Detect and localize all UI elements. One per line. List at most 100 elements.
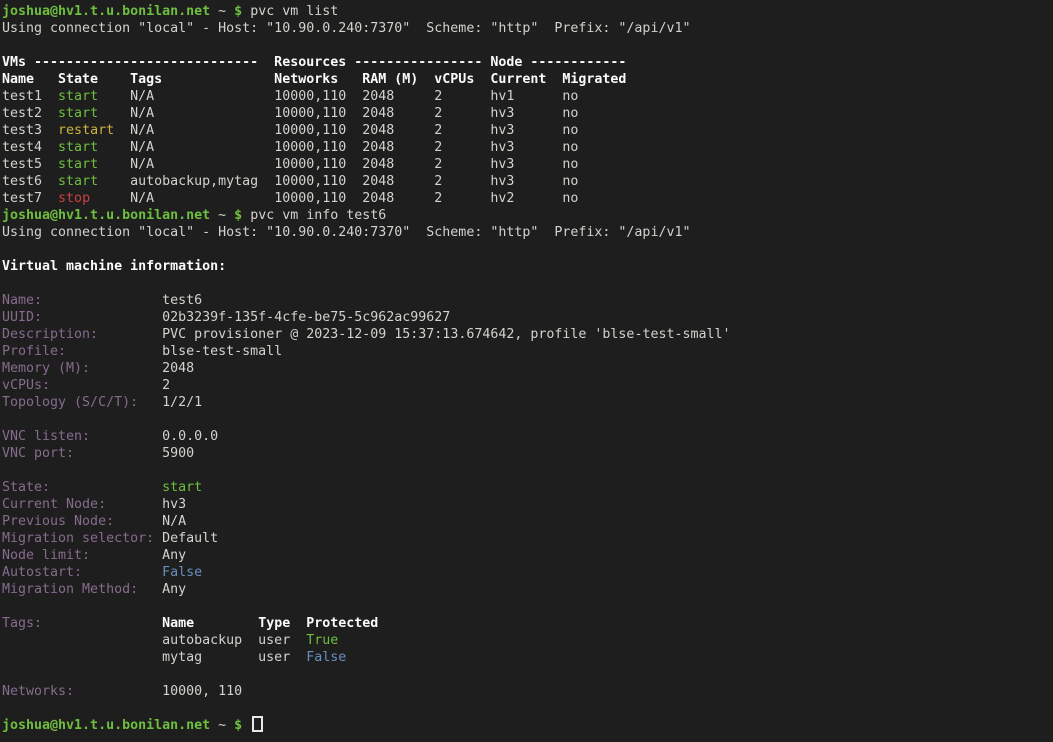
field-label: Node limit: <box>2 548 90 563</box>
blank-line <box>2 666 1053 683</box>
info-row-name: Name: test6 <box>2 292 1053 309</box>
vm-row-test5: test5 start N/A 10000,110 2048 2 hv3 no <box>2 156 1053 173</box>
field-value: N/A <box>114 514 186 529</box>
vm-state: start <box>162 480 202 495</box>
connection-info: Using connection "local" - Host: "10.90.… <box>2 225 690 240</box>
prompt-line-3: joshua@hv1.t.u.bonilan.net ~ $ <box>2 717 1053 734</box>
table-section-header: VMs ---------------------------- Resourc… <box>2 55 626 70</box>
prompt-cwd: ~ <box>210 4 234 19</box>
section-title: Virtual machine information: <box>2 259 226 274</box>
connection-info: Using connection "local" - Host: "10.90.… <box>2 21 690 36</box>
field-value: blse-test-small <box>66 344 282 359</box>
info-row-state: State: start <box>2 479 1053 496</box>
info-row-vcpus: vCPUs: 2 <box>2 377 1053 394</box>
field-label: Name: <box>2 293 42 308</box>
blank-line <box>2 275 1053 292</box>
vm-name: test2 <box>2 106 58 121</box>
vm-row-data: N/A 10000,110 2048 2 hv3 no <box>98 157 578 172</box>
field-value: Any <box>138 582 186 597</box>
vm-state: start <box>58 106 98 121</box>
vm-row-test3: test3 restart N/A 10000,110 2048 2 hv3 n… <box>2 122 1053 139</box>
info-row-uuid: UUID: 02b3239f-135f-4cfe-be75-5c962ac996… <box>2 309 1053 326</box>
field-label: Autostart: <box>2 565 82 580</box>
field-value: test6 <box>42 293 202 308</box>
command-text: pvc vm list <box>242 4 338 19</box>
prompt-line-2: joshua@hv1.t.u.bonilan.net ~ $ pvc vm in… <box>2 207 1053 224</box>
vm-name: test7 <box>2 191 58 206</box>
field-value: Any <box>90 548 186 563</box>
prompt-symbol: $ <box>234 4 242 19</box>
terminal-cursor[interactable] <box>252 716 263 732</box>
connection-info-line: Using connection "local" - Host: "10.90.… <box>2 20 1053 37</box>
tag-data: mytag user <box>2 650 306 665</box>
blank-line <box>2 598 1053 615</box>
field-label: Profile: <box>2 344 66 359</box>
prompt-user-host: joshua@hv1.t.u.bonilan.net <box>2 4 210 19</box>
field-label: VNC port: <box>2 446 74 461</box>
info-row-migration-method: Migration Method: Any <box>2 581 1053 598</box>
vm-table-section-header: VMs ---------------------------- Resourc… <box>2 54 1053 71</box>
column-headers: Name State Tags Networks RAM (M) vCPUs C… <box>2 72 626 87</box>
tags-header-row: Tags: Name Type Protected <box>2 615 1053 632</box>
prompt-line-1: joshua@hv1.t.u.bonilan.net ~ $ pvc vm li… <box>2 3 1053 20</box>
vm-row-data: autobackup,mytag 10000,110 2048 2 hv3 no <box>98 174 578 189</box>
field-label: Networks: <box>2 684 74 699</box>
field-value: False <box>162 565 202 580</box>
vm-name: test4 <box>2 140 58 155</box>
field-value: 2048 <box>90 361 194 376</box>
tags-column-headers: Name Type Protected <box>162 616 378 631</box>
info-row-profile: Profile: blse-test-small <box>2 343 1053 360</box>
field-value: PVC provisioner @ 2023-12-09 15:37:13.67… <box>98 327 730 342</box>
prompt-cwd: ~ <box>210 718 234 733</box>
field-label: Topology (S/C/T): <box>2 395 138 410</box>
field-label: Current Node: <box>2 497 106 512</box>
vm-row-data: N/A 10000,110 2048 2 hv3 no <box>98 140 578 155</box>
connection-info-line: Using connection "local" - Host: "10.90.… <box>2 224 1053 241</box>
field-value: 1/2/1 <box>138 395 202 410</box>
field-label: Previous Node: <box>2 514 114 529</box>
field-spacer <box>42 616 162 631</box>
vm-state: start <box>58 174 98 189</box>
info-row-previous-node: Previous Node: N/A <box>2 513 1053 530</box>
blank-line <box>2 700 1053 717</box>
tag-row-autobackup: autobackup user True <box>2 632 1053 649</box>
field-label: Description: <box>2 327 98 342</box>
vm-state: stop <box>58 191 90 206</box>
vm-row-data: N/A 10000,110 2048 2 hv3 no <box>114 123 578 138</box>
field-value: hv3 <box>106 497 186 512</box>
info-row-vnc-port: VNC port: 5900 <box>2 445 1053 462</box>
info-row-autostart: Autostart: False <box>2 564 1053 581</box>
prompt-cwd: ~ <box>210 208 234 223</box>
field-label: State: <box>2 480 50 495</box>
field-value: 10000, 110 <box>74 684 242 699</box>
field-value: 5900 <box>74 446 194 461</box>
tag-row-mytag: mytag user False <box>2 649 1053 666</box>
vm-name: test1 <box>2 89 58 104</box>
info-row-vnc-listen: VNC listen: 0.0.0.0 <box>2 428 1053 445</box>
tag-data: autobackup user <box>2 633 306 648</box>
info-row-networks: Networks: 10000, 110 <box>2 683 1053 700</box>
info-row-node-limit: Node limit: Any <box>2 547 1053 564</box>
blank-line <box>2 37 1053 54</box>
info-row-description: Description: PVC provisioner @ 2023-12-0… <box>2 326 1053 343</box>
vm-state: start <box>58 89 98 104</box>
vm-row-test7: test7 stop N/A 10000,110 2048 2 hv2 no <box>2 190 1053 207</box>
terminal-window[interactable]: joshua@hv1.t.u.bonilan.net ~ $ pvc vm li… <box>0 0 1053 742</box>
blank-line <box>2 241 1053 258</box>
field-label: Migration Method: <box>2 582 138 597</box>
vm-row-data: N/A 10000,110 2048 2 hv3 no <box>98 106 578 121</box>
prompt-symbol: $ <box>234 208 242 223</box>
vm-row-test4: test4 start N/A 10000,110 2048 2 hv3 no <box>2 139 1053 156</box>
field-label: Memory (M): <box>2 361 90 376</box>
vm-name: test3 <box>2 123 58 138</box>
field-spacer <box>82 565 162 580</box>
vm-name: test6 <box>2 174 58 189</box>
field-label: vCPUs: <box>2 378 50 393</box>
vm-row-test6: test6 start autobackup,mytag 10000,110 2… <box>2 173 1053 190</box>
vm-state: restart <box>58 123 114 138</box>
prompt-user-host: joshua@hv1.t.u.bonilan.net <box>2 718 210 733</box>
prompt-symbol: $ <box>234 718 242 733</box>
vm-state: start <box>58 140 98 155</box>
prompt-user-host: joshua@hv1.t.u.bonilan.net <box>2 208 210 223</box>
field-label: Tags: <box>2 616 42 631</box>
